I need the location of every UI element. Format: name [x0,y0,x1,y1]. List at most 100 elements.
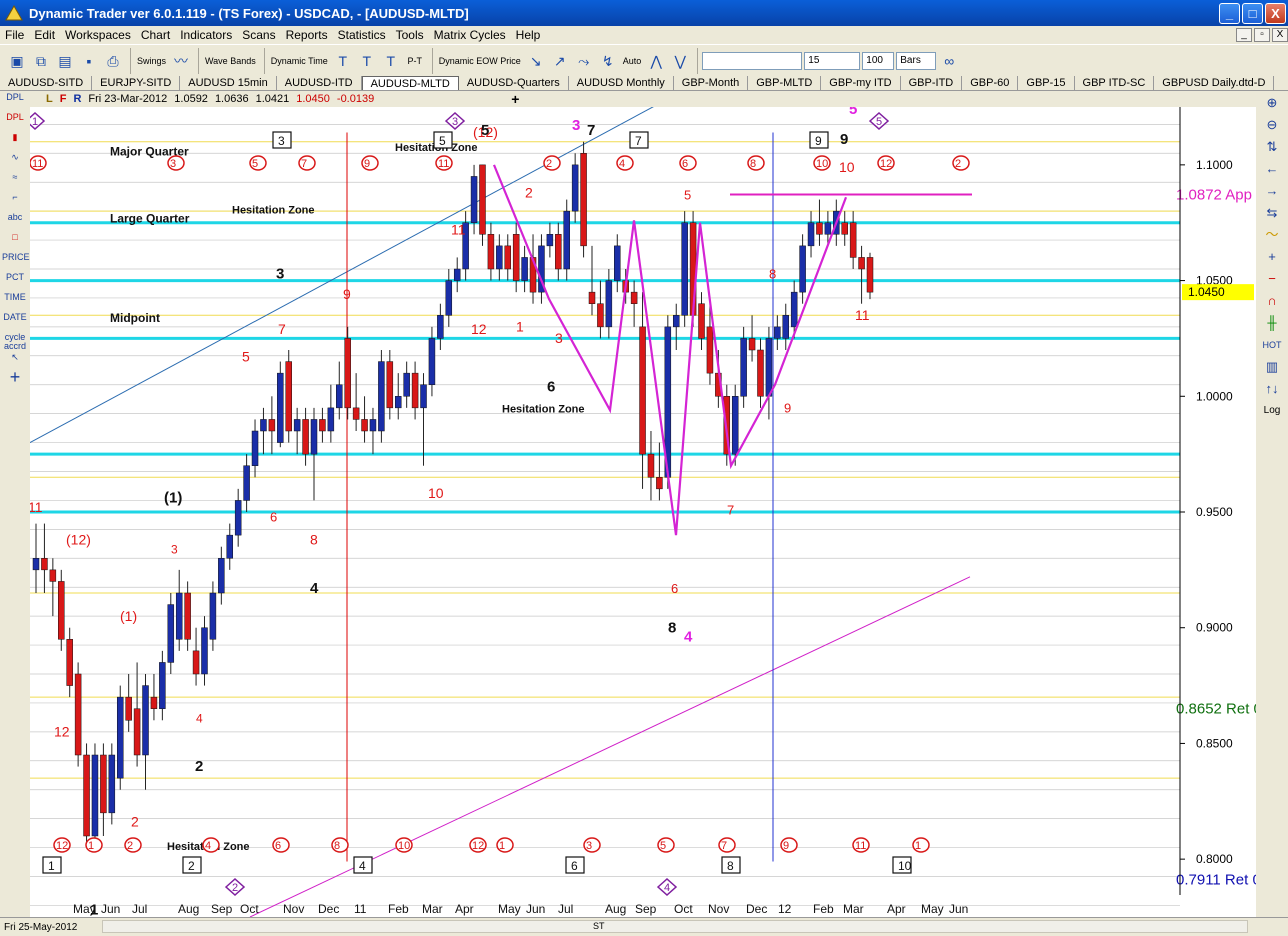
color-tool-icon[interactable]: ▮ [2,133,28,151]
crosshair-tool-icon[interactable]: + [2,368,28,391]
minimize-button[interactable]: _ [1219,2,1240,24]
maximize-button[interactable]: □ [1242,2,1263,24]
minus-icon[interactable]: − [1258,269,1286,289]
wave-bands-button[interactable]: Wave Bands [203,48,258,74]
dynamic-time-button[interactable]: Dynamic Time [269,48,330,74]
menu-indicators[interactable]: Indicators [175,28,237,42]
x-tick-label: Oct [240,902,259,916]
mdi-close-button[interactable]: X [1272,28,1288,42]
cycle-accrd-tool[interactable]: cycle accrd [2,333,28,351]
wave-label-black: (1) [164,490,182,507]
menu-workspaces[interactable]: Workspaces [60,28,136,42]
pattern-3-icon[interactable]: ⤳ [573,48,595,74]
pattern-5-icon[interactable]: ⋀ [645,48,667,74]
dynamic-eow-price-button[interactable]: Dynamic EOW Price [437,48,523,74]
dpl-tool[interactable]: DPL [2,93,28,111]
magnet-icon[interactable]: ∩ [1258,291,1286,311]
tab-gbp-my-itd[interactable]: GBP-my ITD [821,76,901,90]
hot-button[interactable]: HOT [1258,335,1286,355]
swing-zigzag-icon[interactable]: 〰 [170,48,192,74]
price-chart[interactable]: Major QuarterLarge QuarterMidpointHesita… [30,107,1256,917]
bars-icon[interactable]: ╫ [1258,313,1286,333]
tab-audusd-itd[interactable]: AUDUSD-ITD [277,76,362,90]
menu-scans[interactable]: Scans [237,28,280,42]
copy-icon[interactable]: ⧉ [30,48,52,74]
price-tool[interactable]: PRICE [2,253,30,271]
dpl-red-tool[interactable]: DPL [2,113,28,131]
tab-audusd-15min[interactable]: AUDUSD 15min [180,76,277,90]
menu-statistics[interactable]: Statistics [333,28,391,42]
x-tick-label: Feb [813,902,834,916]
flag-r[interactable]: R [73,93,81,105]
interval-select[interactable]: 15 [804,51,861,70]
save-icon[interactable]: ▪ [78,48,100,74]
arrows-updown-icon[interactable]: ⇅ [1258,137,1286,157]
tab-gbp-60[interactable]: GBP-60 [962,76,1019,90]
bars-count-input[interactable]: 100 [862,51,895,70]
zoom-icon[interactable]: ∞ [938,48,960,74]
pt-button[interactable]: P-T [404,48,426,74]
swing-tool-icon[interactable]: ∿ [2,153,28,171]
compress-icon[interactable]: ⇆ [1258,203,1286,223]
mdi-restore-button[interactable]: ▫ [1254,28,1270,42]
mdi-minimize-button[interactable]: _ [1236,28,1252,42]
arrow-right-icon[interactable]: → [1258,181,1286,201]
menu-file[interactable]: File [0,28,29,42]
tab-audusd-mltd[interactable]: AUDUSD-MLTD [361,76,459,90]
pattern-2-icon[interactable]: ↗ [549,48,571,74]
open-icon[interactable]: ▣ [6,48,28,74]
tab-gbp-month[interactable]: GBP-Month [674,76,749,90]
menu-chart[interactable]: Chart [136,28,175,42]
menu-help[interactable]: Help [511,28,546,42]
menu-matrix-cycles[interactable]: Matrix Cycles [429,28,511,42]
pattern-6-icon[interactable]: ⋁ [669,48,691,74]
fib-time-icon[interactable]: T [332,48,354,74]
candle-body [445,280,453,316]
pattern-4-icon[interactable]: ↯ [597,48,619,74]
menu-reports[interactable]: Reports [281,28,333,42]
tab-gbp-mltd[interactable]: GBP-MLTD [748,76,822,90]
wave-label-red: 4 [196,712,203,726]
fib-time-3-icon[interactable]: T [380,48,402,74]
swings-button[interactable]: Swings [135,48,168,74]
date-tool[interactable]: DATE [2,313,28,331]
sort-icon[interactable]: ↑↓ [1258,379,1286,399]
print-icon[interactable]: ⎙ [102,48,124,74]
pct-tool[interactable]: PCT [2,273,28,291]
abc-tool[interactable]: abc [2,213,28,231]
auto-button[interactable]: Auto [621,48,644,74]
rect-tool-icon[interactable]: □ [2,233,28,251]
tab-audusd-sitd[interactable]: AUDUSD-SITD [0,76,93,90]
time-tool[interactable]: TIME [2,293,28,311]
menu-edit[interactable]: Edit [29,28,60,42]
menu-tools[interactable]: Tools [391,28,429,42]
bars-unit-select[interactable]: Bars [896,51,937,70]
zoom-out-icon[interactable]: ⊖ [1258,115,1286,135]
fib-time-2-icon[interactable]: T [356,48,378,74]
tab-audusd-monthly[interactable]: AUDUSD Monthly [569,76,674,90]
tab-gbp-itd-sc[interactable]: GBP ITD-SC [1075,76,1155,90]
tab-eurjpy-sitd[interactable]: EURJPY-SITD [92,76,181,90]
log-button[interactable]: Log [1258,401,1286,421]
tab-gbp-15[interactable]: GBP-15 [1018,76,1075,90]
wave-icon[interactable]: 〜 [1258,225,1286,245]
wave-tool-icon[interactable]: ≈ [2,173,28,191]
pattern-1-icon[interactable]: ↘ [525,48,547,74]
arrow-left-icon[interactable]: ← [1258,159,1286,179]
trendline-tool-icon[interactable]: ⌐ [2,193,28,211]
zoom-in-icon[interactable]: ⊕ [1258,93,1286,113]
flag-l[interactable]: L [46,93,53,105]
tab-audusd-quarters[interactable]: AUDUSD-Quarters [459,76,569,90]
close-button[interactable]: X [1265,2,1286,24]
cycle-number-top: 11 [438,158,449,170]
bar-chart-icon[interactable]: ▥ [1258,357,1286,377]
folder-icon[interactable]: ▤ [54,48,76,74]
tab-gbp-itd[interactable]: GBP-ITD [901,76,963,90]
symbol-select[interactable] [702,51,803,70]
wave-label-black: 8 [668,619,676,636]
wave-label-magenta: 5 [849,107,857,118]
plus-icon[interactable]: + [1258,247,1286,267]
horizontal-scrollbar[interactable]: ST [102,920,1248,933]
flag-f[interactable]: F [60,93,67,105]
tab-gbpusd-daily[interactable]: GBPUSD Daily.dtd-D [1154,76,1275,90]
